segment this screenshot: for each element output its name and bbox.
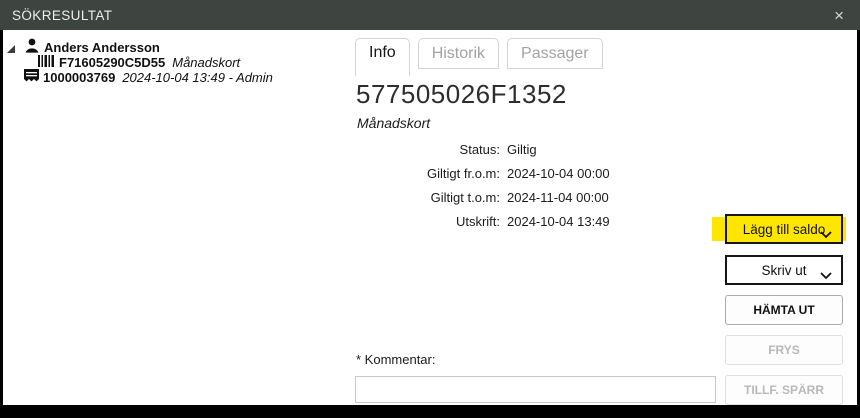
window-title: SÖKRESULTAT [12,8,112,23]
receipt-meta: 2024-10-04 13:49 - Admin [122,70,273,85]
field-valid-to-label: Giltigt t.o.m: [300,190,500,206]
tab-info[interactable]: Info [355,38,410,76]
tree-item-receipt[interactable]: 1000003769 2024-10-04 13:49 - Admin [24,69,273,85]
titlebar: SÖKRESULTAT × [0,0,860,30]
card-type-label: Månadskort [357,115,430,131]
receipt-id: 1000003769 [43,70,115,85]
field-status-label: Status: [300,142,500,158]
person-icon [24,38,40,56]
add-balance-button[interactable]: Lägg till saldo [725,214,843,244]
field-printed-label: Utskrift: [300,214,500,230]
field-valid-to-value: 2024-11-04 00:00 [507,190,727,206]
chevron-down-icon [820,227,832,242]
window-border-left [0,30,3,407]
tree-item-person[interactable]: Anders Andersson [6,38,160,56]
receipt-icon [24,69,39,85]
card-type: Månadskort [172,55,240,70]
card-id: F71605290C5D55 [59,55,165,70]
print-button[interactable]: Skriv ut [725,255,843,285]
chevron-down-icon [820,268,832,283]
tab-passager[interactable]: Passager [507,38,603,69]
add-balance-label: Lägg till saldo [743,222,826,237]
field-status-value: Giltig [507,142,727,158]
pickup-button[interactable]: HÄMTA UT [725,295,843,325]
barcode-icon [38,55,55,70]
tab-historik[interactable]: Historik [418,38,499,69]
tab-bar: Info Historik Passager [355,38,603,76]
tree-item-card[interactable]: F71605290C5D55 Månadskort [38,55,240,70]
close-icon[interactable]: × [830,5,848,26]
tree-expander-icon[interactable] [6,42,16,52]
field-printed-value: 2024-10-04 13:49 [507,214,727,230]
comment-label: * Kommentar: [356,352,435,367]
search-result-window: SÖKRESULTAT × Anders Andersson F71 [0,0,860,420]
field-valid-from-value: 2024-10-04 00:00 [507,166,727,182]
card-number: 577505026F1352 [356,79,567,110]
field-valid-from-label: Giltigt fr.o.m: [300,166,500,182]
temp-block-button[interactable]: TILLF. SPÄRR [725,375,843,405]
window-bottom-bar [0,405,860,418]
print-label: Skriv ut [761,263,806,278]
freeze-button[interactable]: FRYS [725,335,843,365]
comment-input[interactable] [355,376,716,403]
person-name: Anders Andersson [44,40,160,55]
